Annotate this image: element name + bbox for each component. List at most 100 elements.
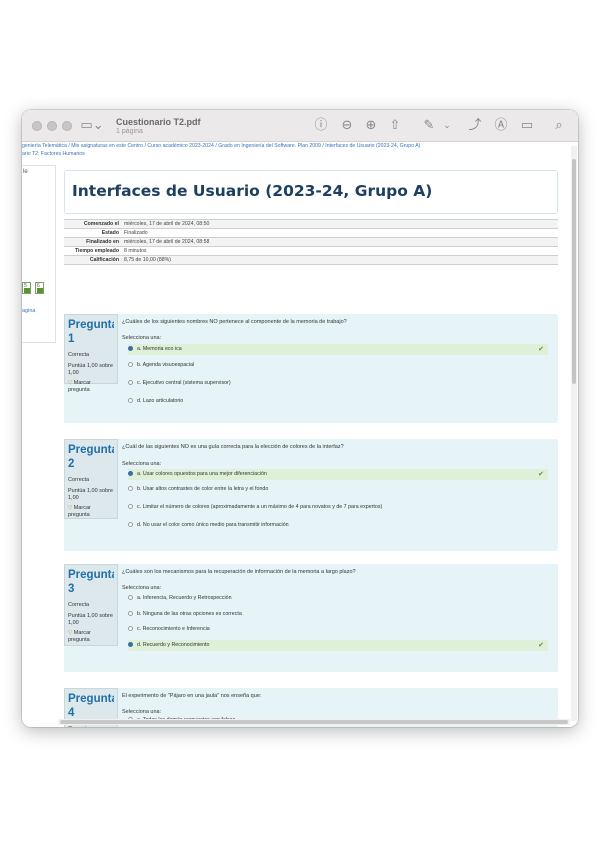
question-state: Correcta — [68, 477, 90, 483]
nav-question-5[interactable]: 5 — [22, 282, 31, 294]
answer-option-label: a. Inferencia, Recuerdo y Retrospección — [137, 595, 232, 601]
panel-text: le — [23, 169, 28, 175]
question-block: Pregunta 1 Correcta Puntúa 1,00 sobre 1,00 ▽… — [64, 314, 558, 423]
answer-option[interactable]: c. Reconocimiento e Inferencia — [128, 624, 548, 635]
breadcrumb-line[interactable]: geniería Telemática / Mis asignaturas en… — [22, 143, 562, 151]
radio-button[interactable] — [128, 471, 133, 477]
question-info-box: Pregunta 2 Correcta Puntúa 1,00 sobre 1,00 ▽… — [64, 439, 118, 519]
horizontal-scrollbar[interactable] — [58, 719, 570, 725]
info-icon[interactable]: ⓘ — [312, 117, 330, 135]
answer-option-label: a. Usar colores opuestos para una mejor … — [137, 471, 267, 477]
radio-button[interactable] — [128, 642, 133, 648]
question-content: ¿Cuál de las siguientes NO es una guía c… — [122, 439, 552, 551]
question-grade: Puntúa 1,00 sobre 1,00 — [68, 488, 113, 501]
summary-value: miércoles, 17 de abril de 2024, 08:58 — [122, 237, 558, 247]
radio-button[interactable] — [128, 486, 133, 492]
radio-button[interactable] — [128, 522, 133, 528]
answer-option-label: b. Agenda visuoespacial — [137, 362, 195, 368]
question-number: 3 — [68, 583, 75, 595]
share-icon[interactable]: ⇧ — [386, 117, 404, 135]
annotate-icon[interactable]: Ⓐ — [492, 117, 510, 135]
scrollbar-thumb[interactable] — [60, 720, 568, 724]
answer-option[interactable]: d. No usar el color como único medio par… — [128, 520, 548, 531]
zoom-out-icon[interactable]: ⊖ — [338, 117, 356, 135]
question-state: Correcta — [68, 726, 114, 727]
pdf-page: geniería Telemática / Mis asignaturas en… — [22, 143, 578, 727]
question-content: ¿Cuáles son los mecanismos para la recup… — [122, 564, 552, 672]
radio-button[interactable] — [128, 611, 133, 617]
pdf-viewer-window: ▭⌄ Cuestionario T2.pdf 1 página ⓘ ⊖ ⊕ ⇧ … — [22, 110, 578, 727]
summary-row: Finalizado en miércoles, 17 de abril de 2… — [64, 237, 558, 247]
question-info: Pregunta 1 Correcta Puntúa 1,00 sobre 1,00 ▽… — [64, 314, 118, 423]
radio-button[interactable] — [128, 398, 133, 404]
question-text: ¿Cuáles son los mecanismos para la recup… — [122, 569, 356, 575]
sidebar-icon[interactable]: ▭⌄ — [80, 117, 104, 135]
question-state: Correcta — [68, 602, 90, 608]
question-label: Pregunta — [68, 693, 114, 705]
answer-option[interactable]: d. Lazo articulatorio — [128, 396, 548, 407]
answer-option-label: d. No usar el color como único medio par… — [137, 522, 289, 528]
radio-button[interactable] — [128, 380, 133, 386]
course-header: Interfaces de Usuario (2023-24, Grupo A) — [64, 170, 558, 214]
answer-option-label: c. Ejecutivo central (sistema supervisor… — [137, 380, 231, 386]
zoom-window-button[interactable] — [62, 121, 72, 131]
scrollbar-thumb[interactable] — [572, 159, 576, 384]
question-info: Pregunta 3 Correcta Puntúa 1,00 sobre 1,00 ▽… — [64, 564, 118, 672]
answer-option-label: c. Reconocimiento e Inferencia — [137, 626, 210, 632]
vertical-scrollbar[interactable] — [571, 146, 577, 721]
markup-icon[interactable]: ✎ — [420, 117, 438, 135]
minimize-window-button[interactable] — [47, 121, 57, 131]
radio-button[interactable] — [128, 362, 133, 368]
radio-button[interactable] — [128, 504, 133, 510]
question-text: ¿Cuáles de los siguientes nombres NO per… — [122, 319, 347, 325]
document-title: Cuestionario T2.pdf — [116, 117, 201, 127]
summary-label: Tiempo empleado — [64, 246, 122, 256]
summary-row: Estado Finalizado — [64, 228, 558, 238]
question-label: Pregunta — [68, 444, 114, 456]
form-icon[interactable]: ▭ — [518, 117, 536, 135]
quiz-navigation-panel: le 5 6 agina — [22, 165, 56, 343]
answer-option[interactable]: a. Usar colores opuestos para una mejor … — [128, 469, 548, 480]
summary-value: 8 minutos — [122, 246, 558, 256]
answer-option[interactable]: a. Inferencia, Recuerdo y Retrospección — [128, 593, 548, 604]
answer-option[interactable]: c. Ejecutivo central (sistema supervisor… — [128, 378, 548, 389]
chevron-down-icon[interactable]: ⌄ — [442, 117, 452, 135]
attempt-summary-table: Comenzado el miércoles, 17 de abril de 20… — [64, 219, 558, 265]
zoom-in-icon[interactable]: ⊕ — [362, 117, 380, 135]
question-grade: Puntúa 1,00 sobre 1,00 — [68, 613, 113, 626]
radio-button[interactable] — [128, 595, 133, 601]
select-one-label: Selecciona una: — [122, 585, 162, 591]
summary-row: Comenzado el miércoles, 17 de abril de 20… — [64, 219, 558, 229]
answer-option[interactable]: c. Limitar el número de colores (aproxim… — [128, 502, 548, 513]
answer-option[interactable]: d. Recuerdo y Reconocimiento ✔ — [128, 640, 548, 651]
nav-question-6[interactable]: 6 — [35, 282, 44, 294]
question-text: El experimento de "Pájaro en una jaula" … — [122, 693, 262, 699]
summary-label: Comenzado el — [64, 219, 122, 229]
close-window-button[interactable] — [32, 121, 42, 131]
panel-link[interactable]: agina — [22, 308, 35, 314]
flag-question-link[interactable]: ▽ Marcar pregunta — [68, 505, 114, 518]
question-block: Pregunta 2 Correcta Puntúa 1,00 sobre 1,00 ▽… — [64, 439, 558, 551]
question-info-box: Pregunta 3 Correcta Puntúa 1,00 sobre 1,00 ▽… — [64, 564, 118, 646]
answer-option[interactable]: b. Ninguna de las otras opciones es corr… — [128, 609, 548, 620]
check-icon: ✔ — [538, 641, 544, 649]
answer-option[interactable]: b. Usar altos contrastes de color entre … — [128, 484, 548, 495]
summary-value: Finalizado — [122, 228, 558, 238]
breadcrumb: geniería Telemática / Mis asignaturas en… — [22, 143, 562, 158]
answer-option[interactable]: b. Agenda visuoespacial — [128, 360, 548, 371]
question-state: Correcta — [68, 352, 90, 358]
flag-question-link[interactable]: ▽ Marcar pregunta — [68, 630, 114, 643]
rotate-icon[interactable]: ⤴ — [466, 117, 484, 135]
search-icon[interactable]: ⌕ — [550, 117, 568, 135]
answer-option[interactable]: a. Memoria eco ica ✔ — [128, 344, 548, 355]
breadcrumb-line[interactable]: ario T2: Factores Humanos — [22, 151, 562, 159]
question-text: ¿Cuál de las siguientes NO es una guía c… — [122, 444, 344, 450]
radio-button[interactable] — [128, 346, 133, 352]
select-one-label: Selecciona una: — [122, 335, 162, 341]
flag-question-link[interactable]: ▽ Marcar pregunta — [68, 380, 114, 393]
radio-button[interactable] — [128, 626, 133, 632]
summary-value: 8,75 de 10,00 (88%) — [122, 255, 558, 265]
question-info-box: Pregunta 1 Correcta Puntúa 1,00 sobre 1,00 ▽… — [64, 314, 118, 393]
question-label: Pregunta — [68, 319, 114, 331]
answer-option-label: d. Lazo articulatorio — [137, 398, 184, 404]
